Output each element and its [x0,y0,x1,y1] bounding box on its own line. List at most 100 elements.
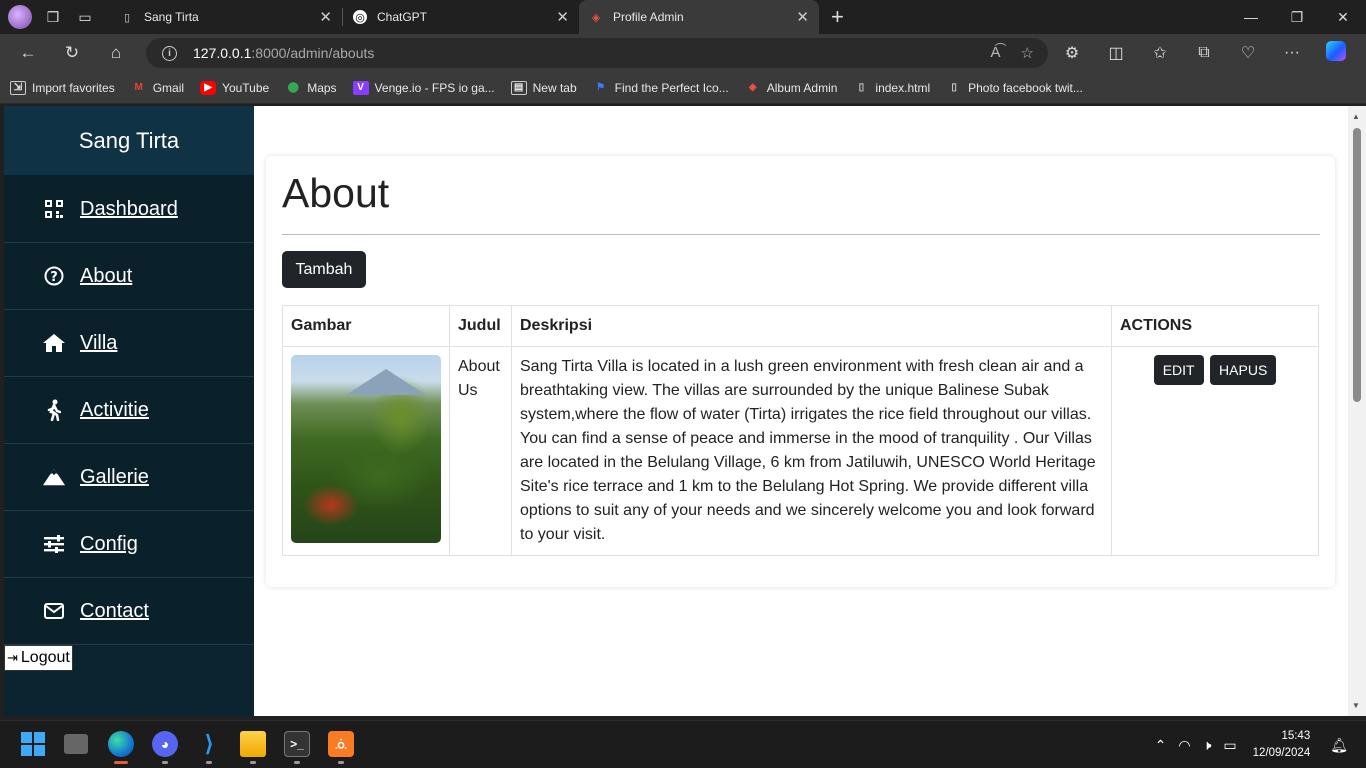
collections-icon[interactable]: ⧉ [1182,44,1226,62]
tab-actions-icon[interactable]: ▭ [74,6,96,28]
sidebar-item-gallerie[interactable]: Gallerie [4,444,254,511]
close-icon[interactable]: ✕ [796,8,809,26]
sidebar-item-contact[interactable]: Contact [4,578,254,645]
split-screen-icon[interactable]: ◫ [1094,43,1138,63]
delete-button[interactable]: HAPUS [1210,355,1277,385]
close-window-icon[interactable]: ✕ [1320,0,1366,34]
discord-icon[interactable]: ◕ [152,731,178,757]
favorite-import[interactable]: ⇲ Import favorites [10,80,115,95]
favorite-maps[interactable]: ⬤ Maps [285,81,337,95]
file-icon: ▯ [858,82,865,93]
favorites-bar: ⇲ Import favorites M Gmail ▶ YouTube ⬤ Maps … [0,72,1366,104]
home-icon [42,333,66,353]
close-icon[interactable]: ✕ [556,8,569,26]
address-bar[interactable]: i 127.0.0.1:8000/admin/abouts A͡ ☆ [146,38,1048,68]
performance-icon[interactable]: ♡ [1226,43,1270,63]
favorite-youtube[interactable]: ▶ YouTube [200,80,269,95]
wifi-icon[interactable]: ◠ [1178,737,1190,754]
sidebar-item-dashboard[interactable]: Dashboard [4,176,254,243]
site-info-icon[interactable]: i [162,45,177,61]
column-header-gambar: Gambar [282,305,450,347]
favorite-album-admin[interactable]: ◈ Album Admin [745,81,838,95]
cell-judul: About Us [449,346,512,556]
envelope-icon [42,603,66,619]
walking-person-icon [42,399,66,421]
system-tray: ⌃ ◠ 🕨 ▭ 15:43 12/09/2024 🔔︎ [1149,721,1366,768]
edit-button[interactable]: EDIT [1153,355,1204,385]
vscode-icon[interactable]: ⟩ [196,731,222,757]
browser-tab-strip: ❒ ▭ ▯ Sang Tirta ✕ ◎ ChatGPT ✕ ◈ Profile… [0,0,1366,34]
windows-start-icon[interactable] [20,731,46,757]
favorite-venge[interactable]: V Venge.io - FPS io ga... [352,80,495,95]
terminal-icon[interactable]: >_ [284,731,310,757]
sliders-icon [42,535,66,553]
cell-deskripsi: Sang Tirta Villa is located in a lush gr… [511,346,1112,556]
page-title: About [282,170,390,216]
newtab-icon: ▤ [510,80,527,95]
favorite-gmail[interactable]: M Gmail [131,81,185,95]
scroll-down-icon[interactable]: ▼ [1352,701,1360,710]
volume-icon[interactable]: 🕨 [1203,737,1212,754]
question-circle-icon: ? [42,266,66,286]
chevron-up-icon[interactable]: ⌃ [1155,737,1167,754]
import-icon: ⇲ [10,80,26,95]
laravel-icon: ◈ [591,11,601,24]
windows-taskbar: ◕ ⟩ >_ ꗝ ⌃ ◠ 🕨 ▭ 15:43 12/09/2024 🔔︎ [0,720,1366,768]
page-scrollbar[interactable]: ▲ ▼ [1348,106,1366,716]
favorite-index[interactable]: ▯ index.html [853,81,930,95]
sidebar-item-config[interactable]: Config [4,511,254,578]
close-icon[interactable]: ✕ [319,8,332,26]
clock[interactable]: 15:43 12/09/2024 [1253,728,1311,762]
gmail-icon: M [134,82,143,93]
window-controls: — ❐ ✕ [1228,0,1366,34]
svg-text:?: ? [50,270,58,285]
favorite-star-icon[interactable]: ☆ [1021,44,1034,62]
favorite-icons[interactable]: ⚑ Find the Perfect Ico... [593,81,729,95]
column-header-actions: ACTIONS [1111,305,1319,347]
favorites-icon[interactable]: ✩ [1138,43,1182,63]
profile-avatar[interactable] [8,5,32,29]
xampp-icon[interactable]: ꗝ [328,731,354,757]
task-view-icon[interactable] [64,734,88,754]
brand-title[interactable]: Sang Tirta [4,106,254,176]
workspaces-icon[interactable]: ❒ [42,6,64,28]
cell-gambar [282,346,450,556]
about-table: Gambar Judul Deskripsi ACTIONS About Us … [282,305,1319,556]
battery-icon[interactable]: ▭ [1223,737,1236,754]
page-icon: ▯ [123,11,131,24]
admin-sidebar: Sang Tirta Dashboard ? About Villa Activ… [4,106,254,716]
minimize-icon[interactable]: — [1228,0,1274,34]
more-menu-icon[interactable]: ··· [1270,44,1314,62]
read-aloud-icon[interactable]: A͡ [991,44,1001,62]
edge-icon[interactable] [108,731,134,757]
file-explorer-icon[interactable] [240,731,266,757]
divider [282,234,1320,235]
favorite-newtab[interactable]: ▤ New tab [510,80,577,95]
sidebar-item-about[interactable]: ? About [4,243,254,310]
tab-sang-tirta[interactable]: ▯ Sang Tirta ✕ [110,0,342,34]
tab-chatgpt[interactable]: ◎ ChatGPT ✕ [343,0,579,34]
refresh-icon[interactable]: ↻ [50,43,94,63]
favorite-photo[interactable]: ▯ Photo facebook twit... [946,81,1083,95]
tab-profile-admin[interactable]: ◈ Profile Admin ✕ [579,0,819,34]
add-button[interactable]: Tambah [282,251,366,288]
mountain-icon [42,467,66,487]
column-header-judul: Judul [449,305,512,347]
back-icon[interactable]: ← [6,43,50,63]
cell-actions: EDIT HAPUS [1111,346,1319,556]
sidebar-item-activitie[interactable]: Activitie [4,377,254,444]
copilot-icon[interactable] [1314,40,1358,66]
restore-icon[interactable]: ❐ [1274,0,1320,34]
extensions-icon[interactable]: ⚙ [1050,43,1094,63]
scroll-up-icon[interactable]: ▲ [1352,112,1360,121]
sidebar-item-villa[interactable]: Villa [4,310,254,377]
scrollbar-thumb[interactable] [1353,128,1361,402]
table-header-row: Gambar Judul Deskripsi ACTIONS [282,305,1319,347]
url-text: 127.0.0.1:8000/admin/abouts [193,45,375,61]
table-row: About Us Sang Tirta Villa is located in … [282,346,1319,556]
new-tab-button[interactable]: + [831,6,844,28]
logout-button[interactable]: ⇥ Logout [4,645,73,671]
home-icon[interactable]: ⌂ [94,43,138,63]
venge-icon: V [352,80,369,95]
notification-bell-icon[interactable]: 🔔︎ [1330,737,1348,754]
